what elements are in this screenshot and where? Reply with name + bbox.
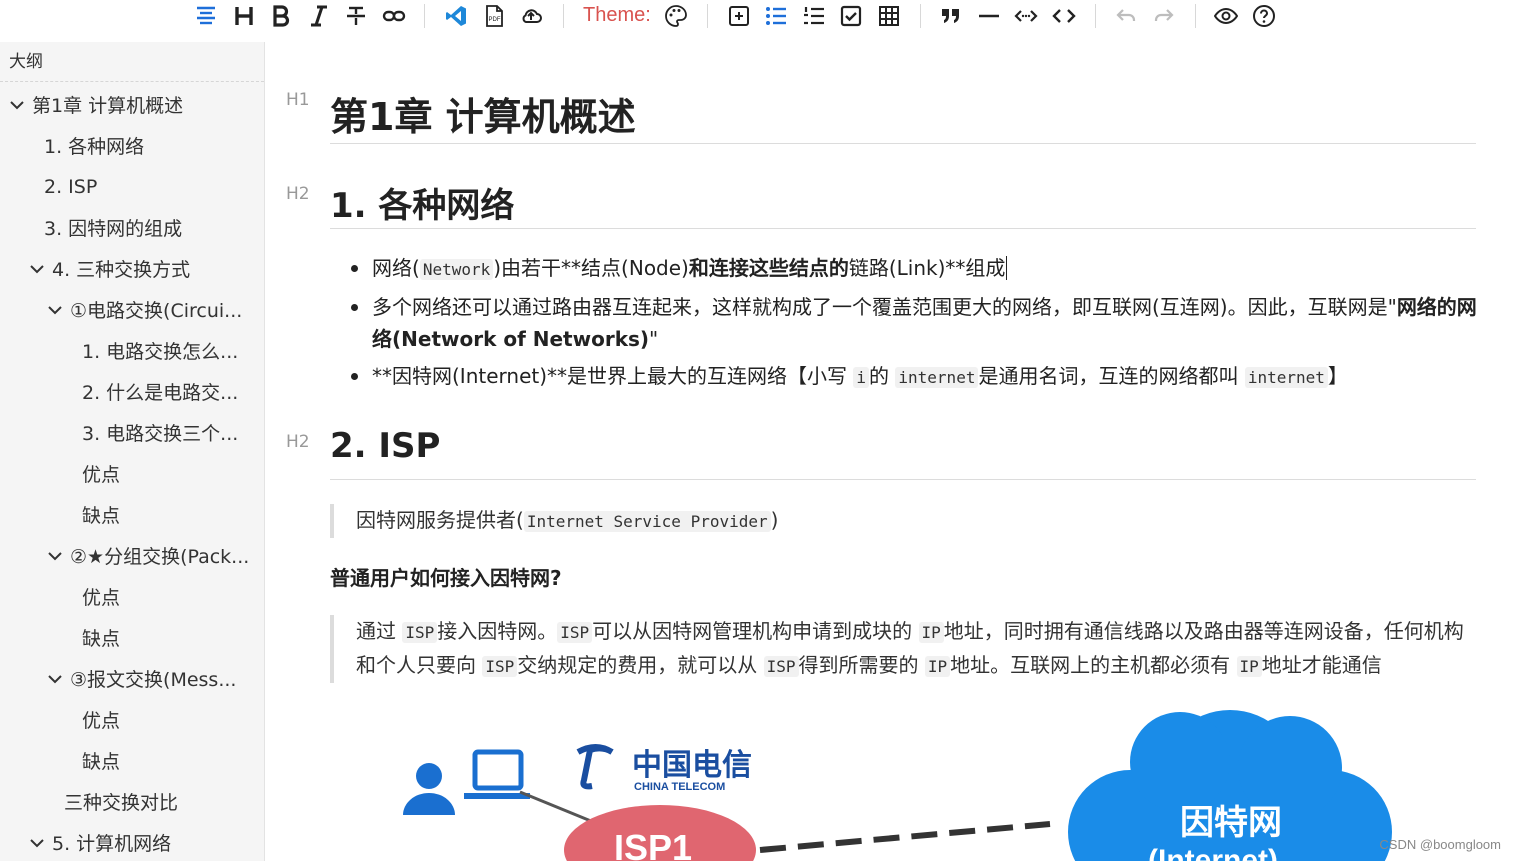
outline-sidebar: 大纲 第1章 计算机概述 1. 各种网络 2. ISP 3. 因特网的组成 4.… bbox=[0, 42, 265, 861]
svg-text:(Internet): (Internet) bbox=[1148, 844, 1278, 861]
outline-item-circuit-1[interactable]: 1. 电路交换怎么... bbox=[82, 330, 238, 371]
isp-diagram-image: 中国电信 CHINA TELECOM ISP1 因特网 (Internet) bbox=[330, 702, 1476, 861]
theme-label: Theme: bbox=[583, 4, 651, 26]
chevron-down-icon[interactable] bbox=[28, 834, 46, 852]
outline-item-message-cons[interactable]: 缺点 bbox=[82, 740, 120, 781]
heading-divider bbox=[330, 228, 1476, 229]
network-bullet-list: 网络(Network)由若干**结点(Node)和连接这些结点的链路(Link)… bbox=[330, 252, 1480, 399]
outline-item-label: 3. 因特网的组成 bbox=[44, 218, 183, 240]
outline-item-circuit-switching[interactable]: ①电路交换(Circui... bbox=[46, 289, 242, 330]
chevron-down-icon[interactable] bbox=[28, 260, 46, 278]
svg-text:CHINA TELECOM: CHINA TELECOM bbox=[634, 781, 725, 793]
outline-item-packet-cons[interactable]: 缺点 bbox=[82, 617, 120, 658]
outline-item-switching[interactable]: 4. 三种交换方式 bbox=[28, 248, 190, 289]
outline-item-circuit-cons[interactable]: 缺点 bbox=[82, 494, 120, 535]
outline-item-label: 5. 计算机网络 bbox=[52, 833, 172, 855]
svg-text:PDF: PDF bbox=[489, 17, 501, 23]
outline-item-label: ①电路交换(Circui... bbox=[70, 300, 243, 322]
outline-item-label: 缺点 bbox=[82, 628, 121, 650]
ordered-list-icon[interactable] bbox=[799, 2, 829, 30]
outline-item-message-pros[interactable]: 优点 bbox=[82, 699, 120, 740]
heading-divider bbox=[330, 143, 1476, 144]
palette-icon[interactable] bbox=[661, 2, 691, 30]
chevron-down-icon[interactable] bbox=[8, 96, 26, 114]
editor-content[interactable]: H1 第1章 计算机概述 H2 1. 各种网络 网络(Network)由若干**… bbox=[266, 42, 1516, 861]
outline-item-internet-composition[interactable]: 3. 因特网的组成 bbox=[44, 207, 182, 248]
china-telecom-logo: 中国电信 CHINA TELECOM bbox=[576, 744, 752, 793]
outline-item-label: ②★分组交换(Pack... bbox=[70, 546, 250, 568]
watermark: CSDN @boomgloom bbox=[1379, 837, 1501, 852]
outline-item-packet-pros[interactable]: 优点 bbox=[82, 576, 120, 617]
toolbar: PDF Theme: bbox=[0, 0, 1516, 42]
outline-item-label: 优点 bbox=[82, 464, 121, 486]
outline-item-computer-network[interactable]: 5. 计算机网络 bbox=[28, 822, 171, 861]
chevron-down-icon[interactable] bbox=[46, 301, 64, 319]
outline-item-label: ③报文交换(Mess... bbox=[70, 669, 237, 691]
bold-icon[interactable] bbox=[266, 2, 296, 30]
link-icon[interactable] bbox=[379, 2, 409, 30]
chevron-down-icon[interactable] bbox=[46, 670, 64, 688]
outline-item-label: 1. 电路交换怎么... bbox=[82, 341, 239, 363]
unordered-list-icon[interactable] bbox=[761, 2, 791, 30]
italic-icon[interactable] bbox=[304, 2, 334, 30]
user-icon bbox=[403, 763, 455, 815]
list-item: 多个网络还可以通过路由器互连起来，这样就构成了一个覆盖范围更大的网络，即互联网(… bbox=[330, 291, 1480, 355]
outline-item-label: 4. 三种交换方式 bbox=[52, 259, 191, 281]
outline-item-label: 缺点 bbox=[82, 505, 121, 527]
new-file-icon[interactable] bbox=[724, 2, 754, 30]
heading-divider bbox=[330, 479, 1476, 480]
outline-item-networks[interactable]: 1. 各种网络 bbox=[44, 125, 144, 166]
outline-item-label: 优点 bbox=[82, 710, 121, 732]
undo-icon[interactable] bbox=[1111, 2, 1141, 30]
outline-item-isp[interactable]: 2. ISP bbox=[44, 166, 97, 207]
heading-icon[interactable] bbox=[229, 2, 259, 30]
outline-item-label: 2. ISP bbox=[44, 175, 98, 198]
heading-level-tag: H1 bbox=[286, 90, 310, 110]
chevron-down-icon[interactable] bbox=[46, 547, 64, 565]
outline-item-label: 2. 什么是电路交... bbox=[82, 382, 239, 404]
outline-item-packet-switching[interactable]: ②★分组交换(Pack... bbox=[46, 535, 249, 576]
outline-item-label: 第1章 计算机概述 bbox=[32, 95, 184, 117]
svg-text:中国电信: 中国电信 bbox=[632, 748, 752, 783]
redo-icon[interactable] bbox=[1149, 2, 1179, 30]
laptop-icon bbox=[464, 749, 530, 799]
help-icon[interactable] bbox=[1249, 2, 1279, 30]
list-item: 网络(Network)由若干**结点(Node)和连接这些结点的链路(Link)… bbox=[330, 252, 1480, 286]
outline-item-label: 3. 电路交换三个... bbox=[82, 423, 239, 445]
checkbox-icon[interactable] bbox=[836, 2, 866, 30]
isp-access-quote: 通过 ISP 接入因特网。 ISP 可以从因特网管理机构申请到成块的 IP 地址，同时拥… bbox=[330, 615, 1476, 683]
svg-text:因特网: 因特网 bbox=[1180, 803, 1282, 843]
section-heading-isp: 2. ISP bbox=[330, 426, 441, 466]
heading-level-tag: H2 bbox=[286, 184, 310, 204]
list-item: **因特网(Internet)**是世界上最大的互连网络【小写 i的 inter… bbox=[330, 360, 1480, 394]
horizontal-rule-icon[interactable] bbox=[974, 2, 1004, 30]
access-question: 普通用户如何接入因特网? bbox=[330, 566, 562, 590]
code-block-icon[interactable] bbox=[1049, 2, 1079, 30]
outline-item-label: 1. 各种网络 bbox=[44, 136, 145, 158]
table-icon[interactable] bbox=[874, 2, 904, 30]
pdf-icon[interactable]: PDF bbox=[479, 2, 509, 30]
outline-item-label: 三种交换对比 bbox=[64, 792, 179, 814]
vscode-icon[interactable] bbox=[441, 2, 471, 30]
preview-icon[interactable] bbox=[1211, 2, 1241, 30]
section-heading-networks: 1. 各种网络 bbox=[330, 186, 515, 226]
outline-item-circuit-3[interactable]: 3. 电路交换三个... bbox=[82, 412, 238, 453]
outline-item-message-switching[interactable]: ③报文交换(Mess... bbox=[46, 658, 236, 699]
quote-icon[interactable] bbox=[936, 2, 966, 30]
outline-title: 大纲 bbox=[0, 42, 264, 82]
inline-code-icon[interactable] bbox=[1011, 2, 1041, 30]
outline-item-label: 优点 bbox=[82, 587, 121, 609]
svg-text:ISP1: ISP1 bbox=[614, 827, 692, 861]
outline-item-chapter1[interactable]: 第1章 计算机概述 bbox=[8, 84, 183, 125]
isp-definition-quote: 因特网服务提供者(Internet Service Provider) bbox=[330, 504, 1476, 538]
heading-level-tag: H2 bbox=[286, 432, 310, 452]
outline-item-comparison[interactable]: 三种交换对比 bbox=[64, 781, 178, 822]
chapter-heading: 第1章 计算机概述 bbox=[330, 95, 636, 139]
outline-item-circuit-2[interactable]: 2. 什么是电路交... bbox=[82, 371, 238, 412]
outline-item-label: 缺点 bbox=[82, 751, 121, 773]
align-icon[interactable] bbox=[191, 2, 221, 30]
outline-item-circuit-pros[interactable]: 优点 bbox=[82, 453, 120, 494]
cloud-upload-icon[interactable] bbox=[516, 2, 546, 30]
strikethrough-icon[interactable] bbox=[341, 2, 371, 30]
